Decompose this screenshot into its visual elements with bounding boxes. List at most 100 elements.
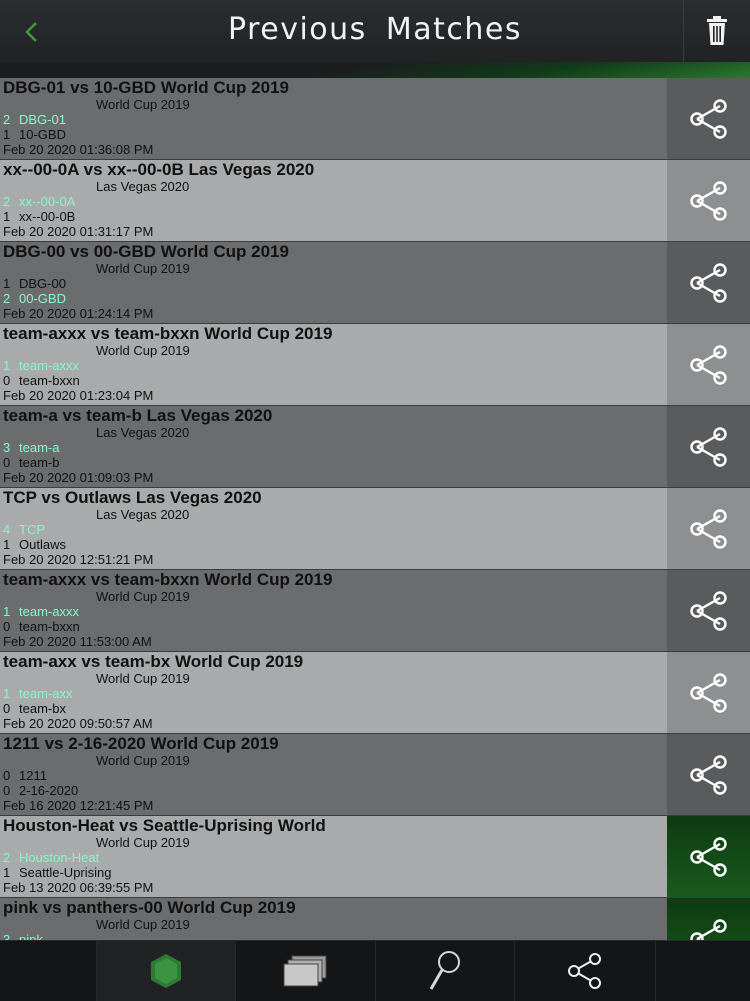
match-row[interactable]: 1211 vs 2-16-2020 World Cup 2019 World Cu… — [0, 734, 750, 816]
team-2-line: 0 2-16-2020 — [3, 783, 78, 798]
match-date: Feb 13 2020 06:39:55 PM — [3, 880, 154, 895]
match-row[interactable]: Houston-Heat vs Seattle-Uprising World Wo… — [0, 816, 750, 898]
match-row[interactable]: team-axxx vs team-bxxn World Cup 2019 Wor… — [0, 570, 750, 652]
match-info[interactable]: TCP vs Outlaws Las Vegas 2020 Las Vegas 2… — [0, 488, 667, 569]
match-row[interactable]: pink vs panthers-00 World Cup 2019 World … — [0, 898, 750, 940]
share-icon — [689, 836, 727, 877]
tab-matches[interactable] — [236, 941, 376, 1001]
share-button[interactable] — [667, 816, 750, 897]
share-icon — [689, 344, 727, 385]
team-1-name: xx--00-0A — [19, 194, 76, 209]
team-1-score: 0 — [3, 768, 11, 783]
team-1-line: 2 xx--00-0A — [3, 194, 75, 209]
match-info[interactable]: team-axx vs team-bx World Cup 2019 World … — [0, 652, 667, 733]
team-2-line: 1 10-GBD — [3, 127, 66, 142]
team-2-score: 1 — [3, 865, 11, 880]
team-1-score: 1 — [3, 686, 11, 701]
team-1-line: 1 team-axx — [3, 686, 72, 701]
tab-home[interactable] — [97, 941, 237, 1001]
match-info[interactable]: team-axxx vs team-bxxn World Cup 2019 Wor… — [0, 570, 667, 651]
share-button[interactable] — [667, 488, 750, 569]
match-row[interactable]: xx--00-0A vs xx--00-0B Las Vegas 2020 Las… — [0, 160, 750, 242]
team-1-line: 3 pink — [3, 932, 43, 940]
team-2-line: 1 xx--00-0B — [3, 209, 75, 224]
match-title: team-axx vs team-bx World Cup 2019 — [3, 652, 304, 671]
team-1-score: 3 — [3, 932, 11, 940]
match-date: Feb 20 2020 09:50:57 AM — [3, 716, 153, 731]
match-row[interactable]: team-axxx vs team-bxxn World Cup 2019 Wor… — [0, 324, 750, 406]
match-date: Feb 20 2020 01:31:17 PM — [3, 224, 154, 239]
match-info[interactable]: Houston-Heat vs Seattle-Uprising World Wo… — [0, 816, 667, 897]
team-1-name: team-axxx — [19, 358, 79, 373]
event-name: World Cup 2019 — [96, 97, 190, 112]
match-title: team-axxx vs team-bxxn World Cup 2019 — [3, 324, 333, 343]
match-info[interactable]: 1211 vs 2-16-2020 World Cup 2019 World Cu… — [0, 734, 667, 815]
match-title: xx--00-0A vs xx--00-0B Las Vegas 2020 — [3, 160, 315, 179]
event-name: World Cup 2019 — [96, 343, 190, 358]
share-button[interactable] — [667, 160, 750, 241]
team-1-line: 0 1211 — [3, 768, 47, 783]
match-row[interactable]: team-a vs team-b Las Vegas 2020 Las Vegas… — [0, 406, 750, 488]
match-row[interactable]: team-axx vs team-bx World Cup 2019 World … — [0, 652, 750, 734]
share-icon — [689, 262, 727, 303]
share-icon — [689, 672, 727, 713]
team-1-name: team-axxx — [19, 604, 79, 619]
share-button[interactable] — [667, 898, 750, 940]
share-button[interactable] — [667, 78, 750, 159]
header-bar: Previous Matches — [0, 0, 750, 65]
share-button[interactable] — [667, 570, 750, 651]
match-date: Feb 20 2020 01:24:14 PM — [3, 306, 154, 321]
match-row[interactable]: DBG-00 vs 00-GBD World Cup 2019 World Cup… — [0, 242, 750, 324]
delete-button[interactable] — [683, 0, 750, 62]
match-info[interactable]: DBG-00 vs 00-GBD World Cup 2019 World Cup… — [0, 242, 667, 323]
match-title: TCP vs Outlaws Las Vegas 2020 — [3, 488, 262, 507]
share-button[interactable] — [667, 242, 750, 323]
match-info[interactable]: DBG-01 vs 10-GBD World Cup 2019 World Cup… — [0, 78, 667, 159]
magnifier-icon — [429, 951, 460, 990]
team-1-line: 1 team-axxx — [3, 358, 79, 373]
team-2-score: 0 — [3, 783, 11, 798]
match-info[interactable]: xx--00-0A vs xx--00-0B Las Vegas 2020 Las… — [0, 160, 667, 241]
match-info[interactable]: team-a vs team-b Las Vegas 2020 Las Vegas… — [0, 406, 667, 487]
team-1-name: pink — [19, 932, 43, 940]
team-2-line: 0 team-bx — [3, 701, 66, 716]
match-info[interactable]: team-axxx vs team-bxxn World Cup 2019 Wor… — [0, 324, 667, 405]
match-title: DBG-01 vs 10-GBD World Cup 2019 — [3, 78, 289, 97]
match-row[interactable]: TCP vs Outlaws Las Vegas 2020 Las Vegas 2… — [0, 488, 750, 570]
share-button[interactable] — [667, 406, 750, 487]
team-2-name: Outlaws — [19, 537, 66, 552]
team-2-name: Seattle-Uprising — [19, 865, 112, 880]
match-title: Houston-Heat vs Seattle-Uprising World — [3, 816, 326, 835]
event-name: Las Vegas 2020 — [96, 179, 190, 194]
tab-search[interactable] — [376, 941, 515, 1001]
match-title: pink vs panthers-00 World Cup 2019 — [3, 898, 296, 917]
tab-share[interactable] — [515, 941, 656, 1001]
share-icon — [689, 754, 727, 795]
team-2-name: 00-GBD — [19, 291, 66, 306]
match-date: Feb 20 2020 12:51:21 PM — [3, 552, 154, 567]
team-1-name: TCP — [19, 522, 45, 537]
share-icon — [567, 953, 601, 989]
team-1-score: 1 — [3, 604, 11, 619]
match-date: Feb 20 2020 11:53:00 AM — [3, 634, 152, 649]
share-button[interactable] — [667, 734, 750, 815]
share-icon — [689, 918, 727, 940]
team-1-score: 2 — [3, 850, 11, 865]
team-1-name: 1211 — [19, 768, 47, 783]
team-2-line: 0 team-b — [3, 455, 59, 470]
match-date: Feb 20 2020 01:09:03 PM — [3, 470, 154, 485]
share-button[interactable] — [667, 652, 750, 733]
team-1-score: 3 — [3, 440, 11, 455]
match-title: team-axxx vs team-bxxn World Cup 2019 — [3, 570, 333, 589]
match-info[interactable]: pink vs panthers-00 World Cup 2019 World … — [0, 898, 667, 940]
share-button[interactable] — [667, 324, 750, 405]
match-row[interactable]: DBG-01 vs 10-GBD World Cup 2019 World Cup… — [0, 78, 750, 160]
event-name: World Cup 2019 — [96, 917, 190, 932]
team-1-line: 3 team-a — [3, 440, 59, 455]
share-icon — [689, 508, 727, 549]
team-1-score: 1 — [3, 276, 11, 291]
match-date: Feb 16 2020 12:21:45 PM — [3, 798, 154, 813]
team-2-name: team-bxxn — [19, 619, 80, 634]
team-1-score: 4 — [3, 522, 11, 537]
match-list[interactable]: DBG-01 vs 10-GBD World Cup 2019 World Cup… — [0, 78, 750, 940]
